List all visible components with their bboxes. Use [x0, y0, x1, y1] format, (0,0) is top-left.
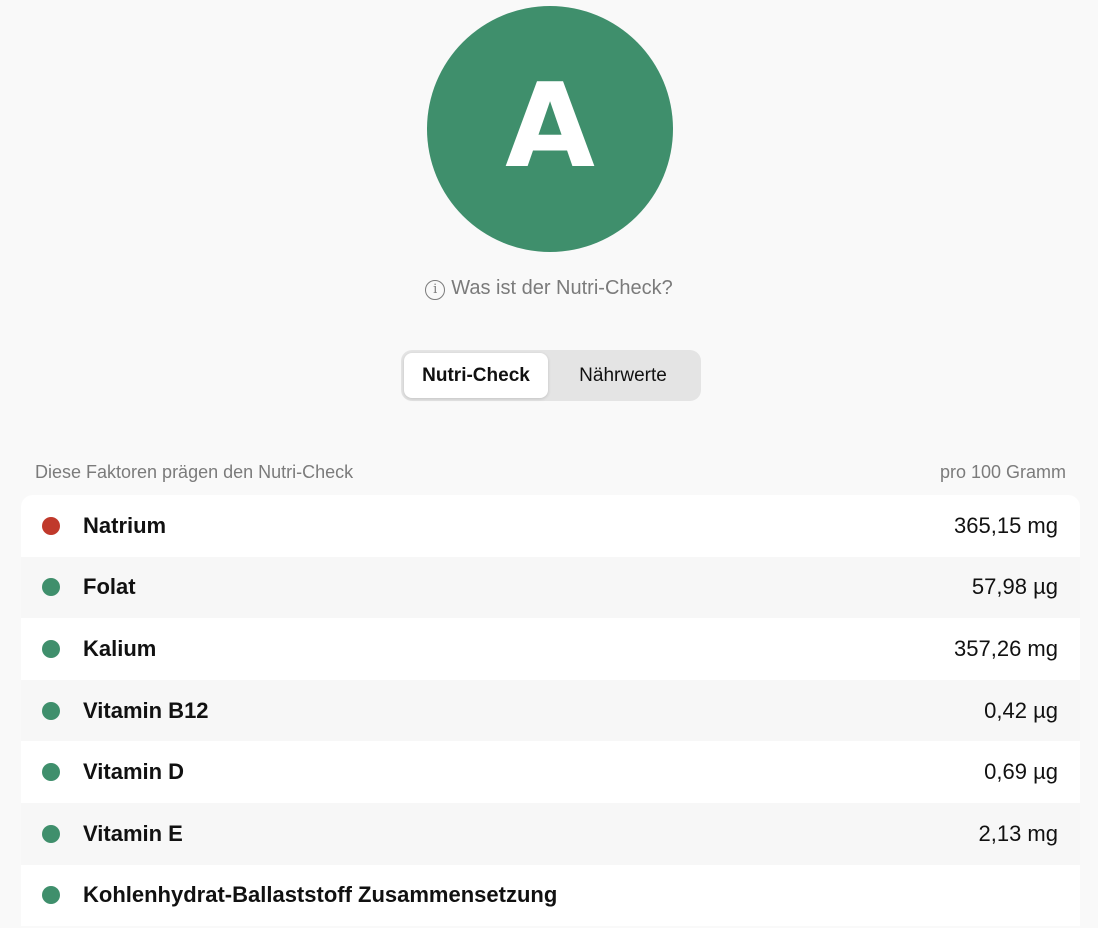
- nutri-check-page: A i Was ist der Nutri-Check? Nutri-Check …: [0, 0, 1098, 928]
- nutri-check-info-link[interactable]: i Was ist der Nutri-Check?: [0, 277, 1098, 300]
- factors-list-header: Diese Faktoren prägen den Nutri-Check pr…: [35, 462, 1066, 483]
- info-circle-icon: i: [425, 280, 446, 300]
- nutrient-value: 357,26 mg: [954, 635, 1058, 661]
- tab-label: Nährwerte: [579, 364, 667, 386]
- nutri-grade-letter: A: [505, 59, 595, 194]
- nutrient-name: Folat: [83, 574, 136, 600]
- info-link-label: Was ist der Nutri-Check?: [451, 277, 673, 299]
- nutrient-name: Kohlenhydrat-Ballaststoff Zusammensetzun…: [83, 882, 558, 908]
- nutrient-name: Kalium: [83, 635, 157, 661]
- status-dot: [42, 886, 60, 905]
- nutrient-name: Vitamin E: [83, 820, 183, 846]
- nutrient-value: 365,15 mg: [954, 512, 1058, 538]
- nutrient-value: 2,13 mg: [978, 820, 1059, 846]
- status-dot: [42, 578, 60, 597]
- list-item: Natrium 365,15 mg: [21, 495, 1080, 557]
- nutrient-name: Natrium: [83, 512, 167, 538]
- factors-list: Natrium 365,15 mg Folat 57,98 µg Kalium …: [21, 495, 1080, 927]
- tab-naehrwerte[interactable]: Nährwerte: [548, 353, 698, 398]
- nutrient-name: Vitamin D: [83, 759, 185, 785]
- list-item: Vitamin E 2,13 mg: [21, 802, 1080, 865]
- nutrient-name: Vitamin B12: [83, 697, 209, 723]
- list-item: Folat 57,98 µg: [21, 556, 1080, 619]
- status-dot: [42, 763, 60, 782]
- tab-label: Nutri-Check: [422, 364, 530, 386]
- status-dot: [42, 516, 60, 535]
- view-segmented-control: Nutri-Check Nährwerte: [401, 350, 701, 401]
- nutrient-value: 0,69 µg: [984, 759, 1058, 785]
- status-dot: [42, 639, 60, 658]
- status-dot: [42, 701, 60, 720]
- nutrient-value: 57,98 µg: [971, 574, 1058, 600]
- list-item: Kalium 357,26 mg: [21, 618, 1080, 680]
- list-item: Vitamin B12 0,42 µg: [21, 679, 1080, 742]
- nutri-grade-badge: A: [427, 6, 673, 252]
- tab-nutri-check[interactable]: Nutri-Check: [404, 353, 548, 398]
- list-item: Kohlenhydrat-Ballaststoff Zusammensetzun…: [21, 864, 1080, 927]
- nutrient-value: 0,42 µg: [984, 697, 1058, 723]
- factors-header-unit: pro 100 Gramm: [939, 462, 1066, 482]
- factors-header-title: Diese Faktoren prägen den Nutri-Check: [35, 462, 354, 482]
- status-dot: [42, 824, 60, 843]
- list-item: Vitamin D 0,69 µg: [21, 741, 1080, 803]
